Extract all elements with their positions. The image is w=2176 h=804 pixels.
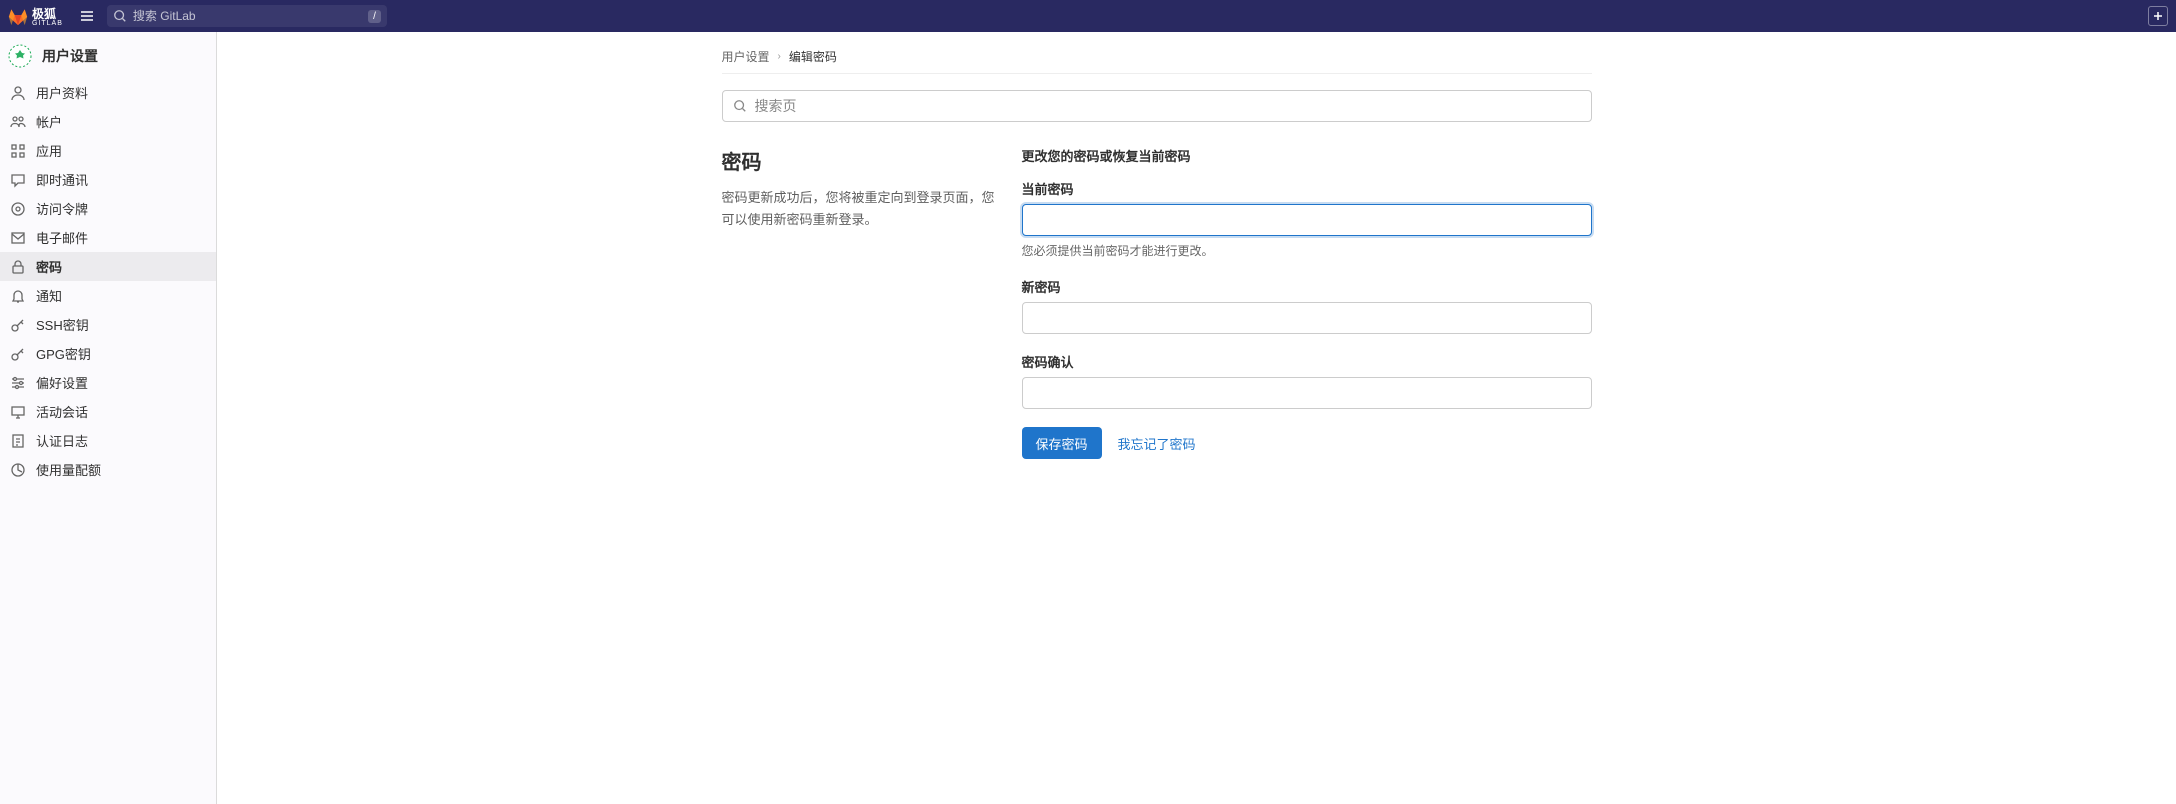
- new-password-input[interactable]: [1022, 302, 1592, 334]
- bell-icon: [10, 288, 26, 304]
- sidebar-item-1[interactable]: 帐户: [0, 107, 216, 136]
- plus-icon: [2153, 11, 2163, 21]
- email-icon: [10, 230, 26, 246]
- forgot-password-link[interactable]: 我忘记了密码: [1118, 434, 1196, 453]
- sidebar-item-label: 帐户: [36, 112, 62, 131]
- confirm-password-label: 密码确认: [1022, 352, 1592, 371]
- sidebar-item-11[interactable]: 活动会话: [0, 397, 216, 426]
- sidebar-item-label: 访问令牌: [36, 199, 88, 218]
- sidebar-item-label: 认证日志: [36, 431, 88, 450]
- page-search[interactable]: [722, 90, 1592, 122]
- menu-icon: [79, 8, 95, 24]
- sidebar-item-8[interactable]: SSH密钥: [0, 310, 216, 339]
- search-shortcut-badge: /: [368, 10, 381, 23]
- key-icon: [10, 346, 26, 362]
- sidebar-item-4[interactable]: 访问令牌: [0, 194, 216, 223]
- sidebar-item-label: 偏好设置: [36, 373, 88, 392]
- applications-icon: [10, 143, 26, 159]
- sidebar-item-label: GPG密钥: [36, 344, 91, 363]
- new-password-label: 新密码: [1022, 277, 1592, 296]
- current-password-label: 当前密码: [1022, 179, 1592, 198]
- chat-icon: [10, 172, 26, 188]
- log-icon: [10, 433, 26, 449]
- sidebar-item-7[interactable]: 通知: [0, 281, 216, 310]
- preferences-icon: [10, 375, 26, 391]
- sidebar-item-label: 活动会话: [36, 402, 88, 421]
- sidebar-item-10[interactable]: 偏好设置: [0, 368, 216, 397]
- search-icon: [733, 99, 747, 113]
- brand-sub-text: GITLAB: [32, 20, 63, 27]
- section-description: 密码 密码更新成功后，您将被重定向到登录页面，您可以使用新密码重新登录。: [722, 146, 1002, 231]
- sidebar-item-13[interactable]: 使用量配额: [0, 455, 216, 484]
- sidebar-item-label: 密码: [36, 257, 62, 276]
- sidebar-title: 用户设置: [42, 46, 98, 66]
- divider: [722, 73, 1592, 74]
- account-icon: [10, 114, 26, 130]
- key-icon: [10, 317, 26, 333]
- sidebar-item-label: 应用: [36, 141, 62, 160]
- sidebar-item-3[interactable]: 即时通讯: [0, 165, 216, 194]
- brand-logo[interactable]: 极狐 GITLAB: [8, 5, 63, 27]
- search-icon: [113, 9, 127, 23]
- sidebar-header[interactable]: 用户设置: [0, 38, 216, 78]
- user-avatar: [8, 44, 32, 68]
- sidebar-item-0[interactable]: 用户资料: [0, 78, 216, 107]
- sidebar-item-label: 使用量配额: [36, 460, 101, 479]
- lock-icon: [10, 259, 26, 275]
- sidebar-item-label: 通知: [36, 286, 62, 305]
- sidebar-item-label: 用户资料: [36, 83, 88, 102]
- current-password-input[interactable]: [1022, 204, 1592, 236]
- sidebar-item-9[interactable]: GPG密钥: [0, 339, 216, 368]
- global-search-input[interactable]: [133, 9, 362, 23]
- user-icon: [10, 85, 26, 101]
- settings-sidebar: 用户设置 用户资料帐户应用即时通讯访问令牌电子邮件密码通知 SSH密钥 GPG密钥偏…: [0, 32, 217, 804]
- section-paragraph: 密码更新成功后，您将被重定向到登录页面，您可以使用新密码重新登录。: [722, 187, 1002, 231]
- sidebar-item-label: 电子邮件: [36, 228, 88, 247]
- top-navbar: 极狐 GITLAB /: [0, 0, 2176, 32]
- tanuki-icon: [8, 6, 28, 26]
- main-content: 用户设置 › 编辑密码 密码 密码更新成功后，您将被重定向到登录页面，您可以使用…: [217, 32, 2176, 804]
- hamburger-menu[interactable]: [75, 4, 99, 28]
- global-search[interactable]: /: [107, 5, 387, 27]
- current-password-help: 您必须提供当前密码才能进行更改。: [1022, 242, 1592, 259]
- sidebar-item-12[interactable]: 认证日志: [0, 426, 216, 455]
- monitor-icon: [10, 404, 26, 420]
- section-heading: 密码: [722, 146, 1002, 175]
- sidebar-item-6[interactable]: 密码: [0, 252, 216, 281]
- token-icon: [10, 201, 26, 217]
- confirm-password-input[interactable]: [1022, 377, 1592, 409]
- quota-icon: [10, 462, 26, 478]
- breadcrumb-current: 编辑密码: [789, 48, 837, 65]
- save-password-button[interactable]: 保存密码: [1022, 427, 1102, 459]
- breadcrumb: 用户设置 › 编辑密码: [722, 48, 1592, 65]
- chevron-right-icon: ›: [778, 51, 781, 62]
- form-subtitle: 更改您的密码或恢复当前密码: [1022, 146, 1592, 165]
- page-search-input[interactable]: [755, 98, 1581, 114]
- sidebar-item-label: SSH密钥: [36, 315, 89, 334]
- password-form: 更改您的密码或恢复当前密码 当前密码 您必须提供当前密码才能进行更改。 新密码 …: [1022, 146, 1592, 459]
- new-button[interactable]: [2148, 6, 2168, 26]
- sidebar-item-2[interactable]: 应用: [0, 136, 216, 165]
- sidebar-item-label: 即时通讯: [36, 170, 88, 189]
- breadcrumb-root[interactable]: 用户设置: [722, 48, 770, 65]
- sidebar-item-5[interactable]: 电子邮件: [0, 223, 216, 252]
